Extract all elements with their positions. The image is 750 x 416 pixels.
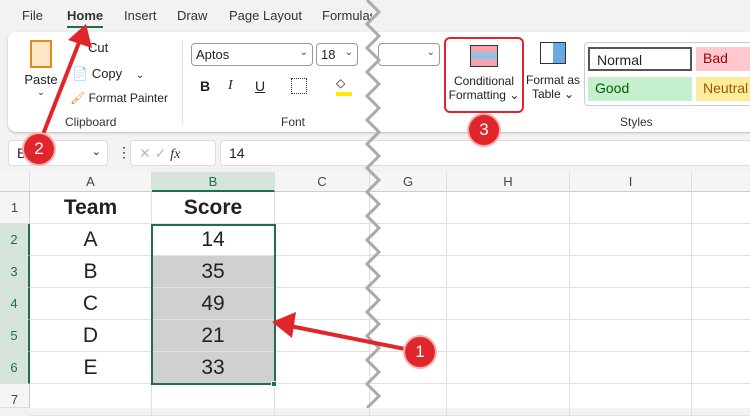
annotation-badge-1: 1	[405, 337, 435, 367]
arrow-1-head	[272, 312, 296, 338]
annotation-badge-2: 2	[24, 134, 54, 164]
annotation-arrows	[38, 24, 411, 352]
annotation-badge-3: 3	[469, 115, 499, 145]
arrow-1	[289, 324, 411, 352]
arrow-2	[38, 39, 82, 143]
